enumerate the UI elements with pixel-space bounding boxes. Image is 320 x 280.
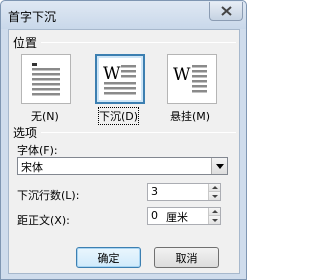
- lines-value[interactable]: 3: [151, 185, 158, 198]
- in-margin-icon: W: [173, 65, 207, 93]
- distance-label: 距正文(X):: [17, 214, 70, 227]
- distance-down-arrow-icon[interactable]: [208, 216, 220, 224]
- font-select[interactable]: 宋体: [17, 157, 228, 175]
- distance-unit: 厘米: [166, 211, 188, 224]
- options-group-label: 选项: [13, 126, 38, 140]
- position-none-button[interactable]: [21, 54, 71, 104]
- position-in-margin-label: 悬挂(M): [170, 110, 211, 123]
- position-dropped-button[interactable]: W: [95, 54, 145, 104]
- no-dropcap-icon: [32, 63, 60, 96]
- lines-stepper[interactable]: 3: [147, 183, 221, 201]
- position-divider: [41, 42, 236, 43]
- lines-down-arrow-icon[interactable]: [208, 192, 220, 200]
- position-group-label: 位置: [13, 36, 38, 50]
- dialog-body: 位置 无(N) W 下沉(D) W 悬挂(M) 选项 字体(F): 宋体 下沉行…: [8, 29, 240, 274]
- ok-button[interactable]: 确定: [76, 247, 141, 268]
- position-none-label: 无(N): [31, 110, 59, 123]
- options-divider: [41, 132, 236, 133]
- cancel-button[interactable]: 取消: [154, 247, 219, 268]
- chevron-down-icon[interactable]: [211, 158, 227, 174]
- dialog-title: 首字下沉: [8, 10, 57, 24]
- font-label: 字体(F):: [17, 144, 58, 157]
- font-select-value: 宋体: [21, 161, 43, 174]
- position-dropped-label: 下沉(D): [97, 107, 140, 125]
- position-in-margin-button[interactable]: W: [167, 54, 217, 104]
- svg-text:W: W: [103, 64, 121, 84]
- dialog-window: 首字下沉 位置 无(N) W 下沉(D) W 悬挂(M) 选项 字体(F): 宋…: [0, 0, 247, 280]
- close-button[interactable]: [209, 2, 243, 21]
- lines-label: 下沉行数(L):: [17, 189, 80, 202]
- lines-up-arrow-icon[interactable]: [208, 184, 220, 192]
- distance-stepper[interactable]: 0 厘米: [147, 207, 221, 225]
- distance-up-arrow-icon[interactable]: [208, 208, 220, 216]
- dropped-icon: W: [103, 64, 136, 95]
- distance-value[interactable]: 0: [151, 209, 158, 222]
- title-bar[interactable]: 首字下沉: [1, 1, 246, 29]
- svg-text:W: W: [173, 65, 191, 85]
- close-icon: [220, 6, 232, 16]
